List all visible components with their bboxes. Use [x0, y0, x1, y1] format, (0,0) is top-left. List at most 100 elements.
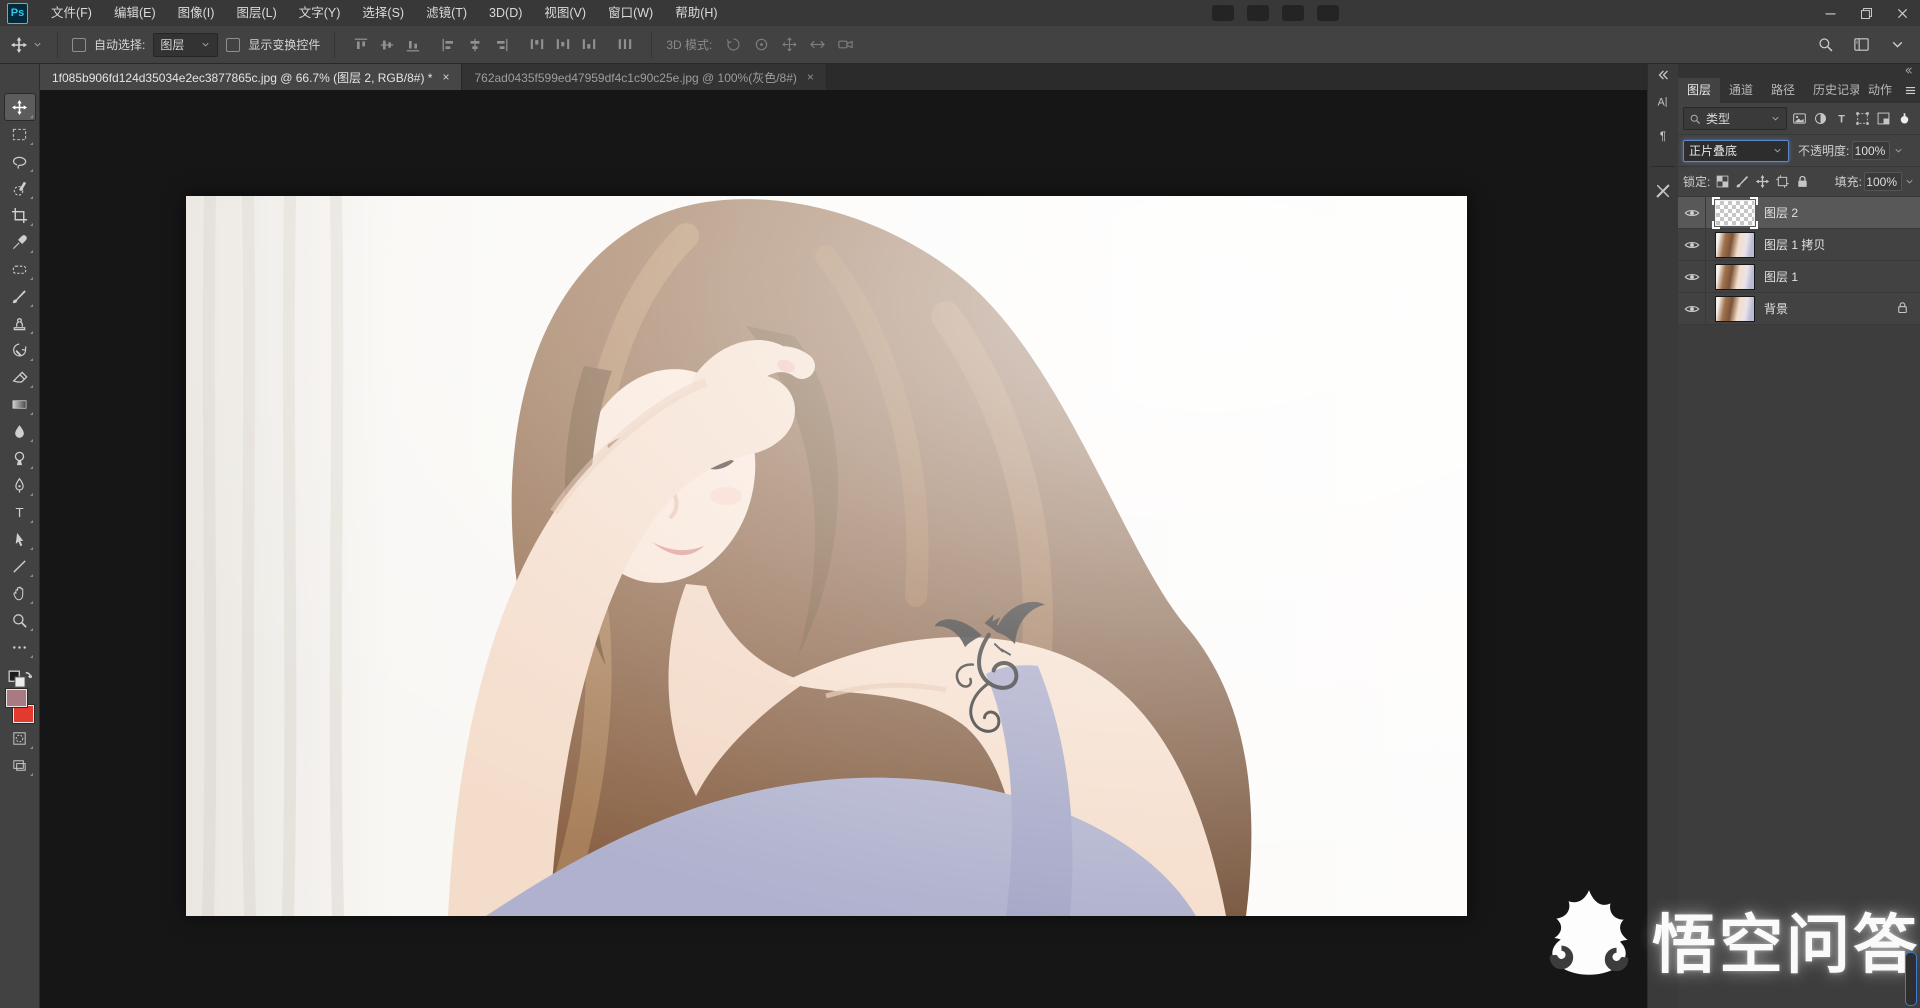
- align-right-icon[interactable]: [489, 33, 513, 57]
- quick-selection-tool[interactable]: [5, 175, 35, 201]
- line-tool[interactable]: [5, 553, 35, 579]
- layer-row-2[interactable]: 图层 1 拷贝: [1678, 229, 1920, 261]
- active-tool-indicator[interactable]: [10, 36, 43, 54]
- distribute-bottom-icon[interactable]: [577, 33, 601, 57]
- lock-all-icon[interactable]: [1792, 172, 1812, 192]
- zoom-tool[interactable]: [5, 607, 35, 633]
- more-tools-tool[interactable]: [5, 634, 35, 660]
- panel-tab-5[interactable]: 动作: [1859, 78, 1901, 103]
- titlebar-app-icon[interactable]: [1212, 5, 1234, 21]
- align-top-icon[interactable]: [349, 33, 373, 57]
- gradient-tool[interactable]: [5, 391, 35, 417]
- move-tool[interactable]: [5, 94, 35, 120]
- chevron-down-icon[interactable]: [1904, 176, 1915, 187]
- titlebar-app-icon[interactable]: [1247, 5, 1269, 21]
- menu-item-0[interactable]: 文件(F): [40, 0, 103, 26]
- collapse-panels-icon[interactable]: [1903, 65, 1914, 76]
- document-tab-1[interactable]: 1f085b906fd124d35034e2ec3877865c.jpg @ 6…: [40, 64, 461, 90]
- layer-thumbnail[interactable]: [1715, 200, 1755, 226]
- foreground-color-swatch[interactable]: [6, 689, 27, 707]
- default-swap-colors-icon[interactable]: [7, 669, 33, 685]
- marquee-tool[interactable]: [5, 121, 35, 147]
- menu-item-1[interactable]: 编辑(E): [103, 0, 167, 26]
- panel-scrollbar-thumb[interactable]: [1905, 952, 1917, 1006]
- lock-position-icon[interactable]: [1752, 172, 1772, 192]
- auto-select-checkbox[interactable]: [72, 38, 86, 52]
- blur-tool[interactable]: [5, 418, 35, 444]
- minimize-button[interactable]: [1812, 0, 1848, 26]
- titlebar-app-icon[interactable]: [1282, 5, 1304, 21]
- filter-toggle-icon[interactable]: [1894, 108, 1915, 129]
- hand-tool[interactable]: [5, 580, 35, 606]
- lock-transparent-icon[interactable]: [1712, 172, 1732, 192]
- character-panel-icon[interactable]: A: [1651, 90, 1675, 114]
- canvas-area[interactable]: [41, 90, 1648, 1008]
- filter-shape-icon[interactable]: [1852, 108, 1873, 129]
- filter-adjust-icon[interactable]: [1810, 108, 1831, 129]
- layer-visibility-eye-icon[interactable]: [1678, 293, 1706, 324]
- pen-tool[interactable]: [5, 472, 35, 498]
- camera-3d-icon[interactable]: [832, 33, 858, 57]
- menu-item-10[interactable]: 帮助(H): [664, 0, 728, 26]
- show-transform-checkbox[interactable]: [226, 38, 240, 52]
- screen-mode-button[interactable]: [5, 752, 35, 778]
- align-h-center-icon[interactable]: [463, 33, 487, 57]
- document-tab-2[interactable]: 762ad0435f599ed47959df4c1c90c25e.jpg @ 1…: [461, 64, 826, 90]
- menu-item-5[interactable]: 选择(S): [351, 0, 415, 26]
- distribute-v-center-icon[interactable]: [551, 33, 575, 57]
- brush-settings-icon[interactable]: [1651, 179, 1675, 203]
- roll-3d-icon[interactable]: [748, 33, 774, 57]
- history-brush-tool[interactable]: [5, 337, 35, 363]
- layer-thumbnail[interactable]: [1715, 232, 1755, 258]
- menu-item-7[interactable]: 3D(D): [478, 0, 533, 26]
- background-color-swatch[interactable]: [13, 705, 34, 723]
- filter-smart-icon[interactable]: [1873, 108, 1894, 129]
- layer-thumbnail[interactable]: [1715, 296, 1755, 322]
- auto-select-dropdown[interactable]: 图层: [153, 33, 218, 57]
- slide-3d-icon[interactable]: [804, 33, 830, 57]
- lock-image-icon[interactable]: [1732, 172, 1752, 192]
- close-button[interactable]: [1884, 0, 1920, 26]
- opacity-value[interactable]: 100%: [1852, 141, 1890, 160]
- align-left-icon[interactable]: [437, 33, 461, 57]
- panel-tab-4[interactable]: 历史记录: [1804, 78, 1859, 103]
- clone-stamp-tool[interactable]: [5, 310, 35, 336]
- layer-thumbnail[interactable]: [1715, 264, 1755, 290]
- menu-item-6[interactable]: 滤镜(T): [415, 0, 478, 26]
- distribute-top-icon[interactable]: [525, 33, 549, 57]
- align-bottom-icon[interactable]: [401, 33, 425, 57]
- filter-type-icon[interactable]: T: [1831, 108, 1852, 129]
- orbit-3d-icon[interactable]: [720, 33, 746, 57]
- collapse-dock-icon[interactable]: [1651, 68, 1675, 82]
- paragraph-panel-icon[interactable]: ¶: [1651, 124, 1675, 148]
- type-tool[interactable]: T: [5, 499, 35, 525]
- search-icon[interactable]: [1816, 36, 1834, 54]
- layer-visibility-eye-icon[interactable]: [1678, 229, 1706, 260]
- eraser-tool[interactable]: [5, 364, 35, 390]
- menu-item-3[interactable]: 图层(L): [225, 0, 287, 26]
- pan-3d-icon[interactable]: [776, 33, 802, 57]
- layer-row-4[interactable]: 背景: [1678, 293, 1920, 325]
- chevron-down-icon[interactable]: [1888, 36, 1906, 54]
- panel-tab-1[interactable]: 图层: [1678, 78, 1720, 103]
- fill-value[interactable]: 100%: [1864, 172, 1902, 191]
- lasso-tool[interactable]: [5, 148, 35, 174]
- filter-pixel-icon[interactable]: [1789, 108, 1810, 129]
- eyedropper-tool[interactable]: [5, 229, 35, 255]
- crop-tool[interactable]: [5, 202, 35, 228]
- brush-tool[interactable]: [5, 283, 35, 309]
- menu-item-2[interactable]: 图像(I): [167, 0, 226, 26]
- layer-filter-type-dropdown[interactable]: 类型: [1683, 107, 1787, 130]
- workspace-icon[interactable]: [1852, 36, 1870, 54]
- layer-visibility-eye-icon[interactable]: [1678, 197, 1706, 228]
- close-tab-icon[interactable]: ×: [807, 71, 814, 83]
- dodge-tool[interactable]: [5, 445, 35, 471]
- titlebar-app-icon[interactable]: [1317, 5, 1339, 21]
- layer-row-3[interactable]: 图层 1: [1678, 261, 1920, 293]
- distribute-spacing-icon[interactable]: [613, 33, 637, 57]
- chevron-down-icon[interactable]: [1893, 145, 1904, 156]
- restore-button[interactable]: [1848, 0, 1884, 26]
- menu-item-4[interactable]: 文字(Y): [288, 0, 352, 26]
- layer-row-1[interactable]: 图层 2: [1678, 197, 1920, 229]
- path-selection-tool[interactable]: [5, 526, 35, 552]
